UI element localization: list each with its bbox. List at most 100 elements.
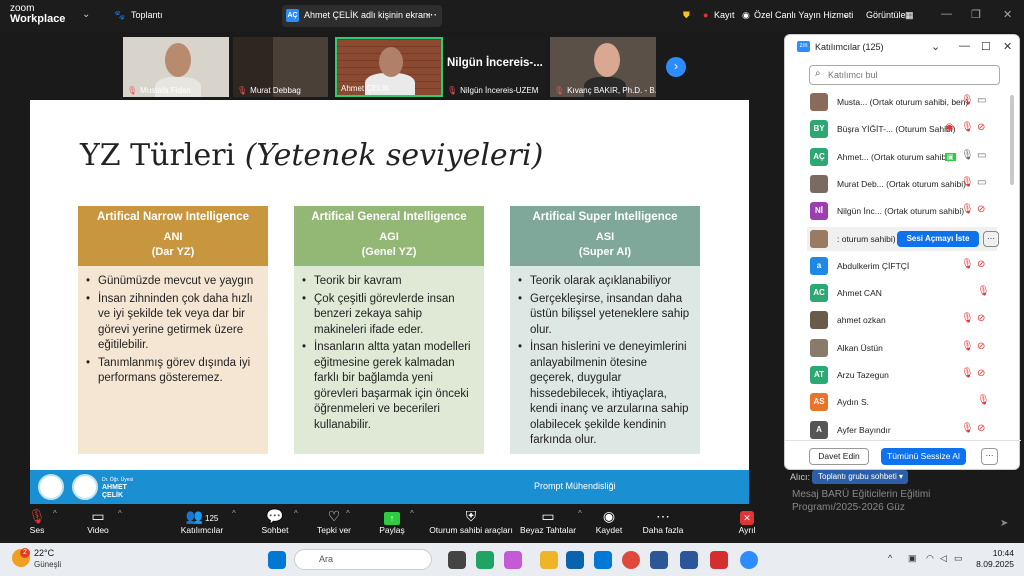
close-icon[interactable]: ✕ [1003,8,1012,21]
shield-icon[interactable]: ⛊ [683,10,690,21]
chat-caret-icon[interactable]: ^ [294,509,298,518]
footer-text: Prompt Mühendisliği [534,481,616,491]
next-page-chevron-icon[interactable]: › [666,57,686,77]
video-button[interactable]: ▭ Video [82,505,114,543]
chat-recipient-select[interactable]: Toplantı grubu sohbeti ▾ [812,470,908,484]
participant-row[interactable]: AÇ Ahmet... (Ortak oturum sahibi) ▭ 🎙 ▣ [807,145,997,169]
tray-chevron-icon[interactable]: ^ [888,553,892,563]
participants-label: Katılımcılar [180,525,224,535]
mic-muted-icon: 🎙 [554,86,565,95]
video-thumbnail-nilgun[interactable]: Nilgün İncereis-... 🎙 Nilgün İncereis-UZE… [443,37,547,97]
camera-icon: ▭ [977,149,987,161]
maximize-icon[interactable]: ❐ [971,8,981,21]
chat-button[interactable]: 💬 Sohbet [260,505,290,543]
whiteboards-caret-icon[interactable]: ^ [578,509,582,518]
view-grid-icon[interactable]: ▦ [905,10,914,21]
participant-more-button[interactable]: ⋯ [983,230,999,247]
avatar: Nİ [810,202,828,221]
live-stream-label[interactable]: Özel Canlı Yayın Hizmeti [754,10,853,20]
store-icon[interactable] [594,551,612,569]
file-explorer-icon[interactable] [540,551,558,569]
wifi-icon[interactable]: ◠ [926,553,934,564]
participant-row[interactable]: Alkan Üstün ⊘ 🎙 [807,336,997,360]
task-view-icon[interactable] [448,551,466,569]
speaker-icon[interactable]: ◁ [940,553,947,564]
panel-close-icon[interactable]: ✕ [1003,40,1012,53]
more-button[interactable]: ⋯ Daha fazla [642,505,684,543]
camera-off-icon: ⊘ [977,122,986,134]
app-menu-chevron-icon[interactable]: ⌄ [82,9,90,20]
reactions-caret-icon[interactable]: ^ [346,509,350,518]
camera-off-icon: ⊘ [977,368,986,379]
bullet: Gerçekleşirse, insandan daha üstün biliş… [518,292,692,339]
thumbnail-caption: 🎙 Nilgün İncereis-UZEM [447,86,539,95]
outlook-icon[interactable] [566,551,584,569]
live-chevron-icon[interactable]: ⌄ [843,10,851,21]
weather-badge: 2 [20,548,30,558]
participant-row[interactable]: ahmet ozkan ⊘ 🎙 [807,308,997,332]
panel-popout-icon[interactable]: ☐ [981,40,991,53]
share-caret-icon[interactable]: ^ [410,509,414,518]
acrobat-icon[interactable] [710,551,728,569]
slide-footer: Dr. Öğr. Üyesi AHMET ÇELİK Prompt Mühend… [30,470,749,504]
send-icon[interactable]: ➤ [1000,518,1008,529]
mute-all-button[interactable]: Tümünü Sessize Al [881,448,966,465]
sharing-icon: ▣ [945,152,956,161]
more-options-icon[interactable]: ⋯ [426,8,437,21]
video-thumbnail-ahmet[interactable]: Ahmet ÇELİK [335,37,443,97]
edge-browser-icon[interactable] [476,551,494,569]
participant-row[interactable]: a Abdulkerim ÇİFTÇİ ⊘ 🎙 [807,254,997,278]
participants-button[interactable]: 👥 125 Katılımcılar [178,505,226,543]
participant-name: Abdulkerim ÇİFTÇİ [837,260,910,271]
ask-to-unmute-button[interactable]: Sesi Açmayı İste [897,230,979,247]
participant-row[interactable]: BY Büşra YİĞİT-... (Oturum Sahibi) ⊘ 🎙 ◉ [807,117,997,141]
audio-button[interactable]: 🎙 Ses [22,505,52,543]
battery-icon[interactable]: ▭ [954,553,963,564]
column-header: Artifical Narrow Intelligence ANI (Dar Y… [78,206,268,266]
share-screen-icon: ↑ [376,505,408,525]
record-label: Kaydet [595,525,623,535]
chrome-icon[interactable] [622,551,640,569]
video-thumbnail-mustafa[interactable]: 🎙 Mustafa Fidan [123,37,229,97]
participant-row[interactable]: AC Ahmet CAN 🎙 [807,281,997,305]
panel-minimize-icon[interactable]: — [959,40,970,52]
view-button[interactable]: Görüntüle [866,10,906,20]
word-icon[interactable] [680,551,698,569]
video-options-caret-icon[interactable]: ^ [118,509,122,518]
meeting-icon: 🐾 [114,10,126,20]
participant-row[interactable]: : oturum sahibi) Sesi Açmayı İste ⋯ [807,226,999,251]
panel-chevron-icon[interactable]: ⌄ [931,40,940,53]
copilot-icon[interactable] [504,551,522,569]
zoom-taskbar-icon[interactable] [740,551,758,569]
more-options-button[interactable]: ⋯ [981,448,998,465]
host-tools-button[interactable]: ⛨ Oturum sahibi araçları [428,505,514,543]
panel-scrollbar[interactable] [1010,95,1014,185]
record-button[interactable]: ◉ Kaydet [594,505,624,543]
meeting-label[interactable]: Toplantı [131,10,163,20]
participant-row[interactable]: Musta... (Ortak oturum sahibi, ben) ▭ 🎙 [807,90,997,114]
participant-row[interactable]: AT Arzu Tazegun ⊘ 🎙 [807,363,997,387]
minimize-icon[interactable]: — [941,8,952,20]
whiteboards-button[interactable]: ▭ Beyaz Tahtalar [520,505,576,543]
leave-button[interactable]: ✕ Ayrıl [734,505,760,543]
recording-label[interactable]: Kayıt [714,10,735,20]
taskbar-search-input[interactable]: Ara [294,549,432,570]
share-button[interactable]: ↑ Paylaş [376,505,408,543]
photos-icon[interactable] [650,551,668,569]
invite-button[interactable]: Davet Edin [809,448,869,465]
participant-row[interactable]: AS Aydın S. 🎙 [807,390,997,414]
participants-caret-icon[interactable]: ^ [232,509,236,518]
title-bar: zoom Workplace ⌄ 🐾 Toplantı AÇ Ahmet ÇEL… [0,0,1024,32]
taskbar-clock[interactable]: 10:44 8.09.2025 [970,548,1014,570]
audio-options-caret-icon[interactable]: ^ [53,509,57,518]
tray-app-icon[interactable]: ▣ [908,553,917,564]
participant-search-input[interactable]: Katılımcı bul [809,65,1000,85]
participant-row[interactable]: Murat Deb... (Ortak oturum sahibi) ▭ 🎙 [807,172,997,196]
chat-message-input[interactable]: Mesaj BARÜ Eğiticilerin Eğitimi Programı… [792,488,972,514]
video-thumbnail-kivanc[interactable]: 🎙 Kıvanç BAKIR, Ph.D. - B... [550,37,656,97]
thumbnail-caption: 🎙 Mustafa Fidan [127,86,191,95]
video-thumbnail-murat[interactable]: 🎙 Murat Debbag [233,37,328,97]
participant-row[interactable]: Nİ Nilgün İnc... (Ortak oturum sahibi) ⊘ 🎙 [807,199,997,223]
start-windows-icon[interactable] [268,551,286,569]
participant-row[interactable]: A Ayfer Bayındır ⊘ 🎙 [807,418,997,442]
